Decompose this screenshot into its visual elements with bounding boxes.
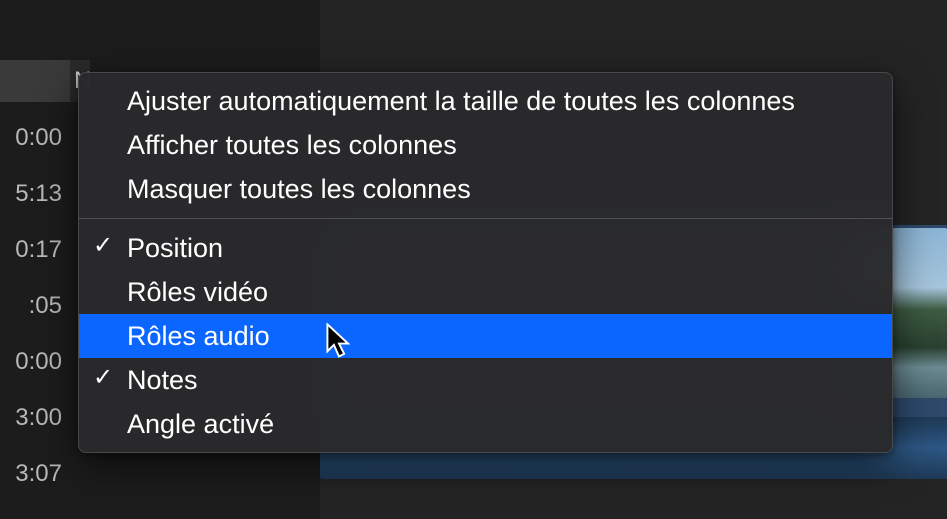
time-cell: 0:17	[0, 222, 68, 278]
menu-item-label: Position	[127, 233, 223, 263]
menu-item-column-active-angle[interactable]: Angle activé	[79, 402, 892, 446]
check-icon: ✓	[93, 358, 113, 398]
menu-divider	[79, 218, 892, 219]
menu-item-label: Rôles vidéo	[127, 277, 268, 307]
menu-item-hide-all-columns[interactable]: Masquer toutes les colonnes	[79, 167, 892, 211]
time-cell: 3:00	[0, 390, 68, 446]
time-column: 0:00 5:13 0:17 :05 0:00 3:00 3:07	[0, 110, 68, 502]
column-context-menu: Ajuster automatiquement la taille de tou…	[78, 72, 893, 453]
time-cell: 3:07	[0, 446, 68, 502]
menu-item-column-video-roles[interactable]: Rôles vidéo	[79, 270, 892, 314]
menu-item-autosize-columns[interactable]: Ajuster automatiquement la taille de tou…	[79, 79, 892, 123]
check-icon: ✓	[93, 226, 113, 266]
menu-item-column-audio-roles[interactable]: Rôles audio	[79, 314, 892, 358]
column-header-left[interactable]	[0, 60, 70, 102]
time-cell: 5:13	[0, 166, 68, 222]
menu-item-label: Angle activé	[127, 409, 274, 439]
menu-item-label: Rôles audio	[127, 321, 270, 351]
time-cell: 0:00	[0, 334, 68, 390]
menu-item-show-all-columns[interactable]: Afficher toutes les colonnes	[79, 123, 892, 167]
time-cell: :05	[0, 278, 68, 334]
time-cell: 0:00	[0, 110, 68, 166]
menu-item-column-position[interactable]: ✓ Position	[79, 226, 892, 270]
menu-item-label: Notes	[127, 365, 198, 395]
menu-item-column-notes[interactable]: ✓ Notes	[79, 358, 892, 402]
